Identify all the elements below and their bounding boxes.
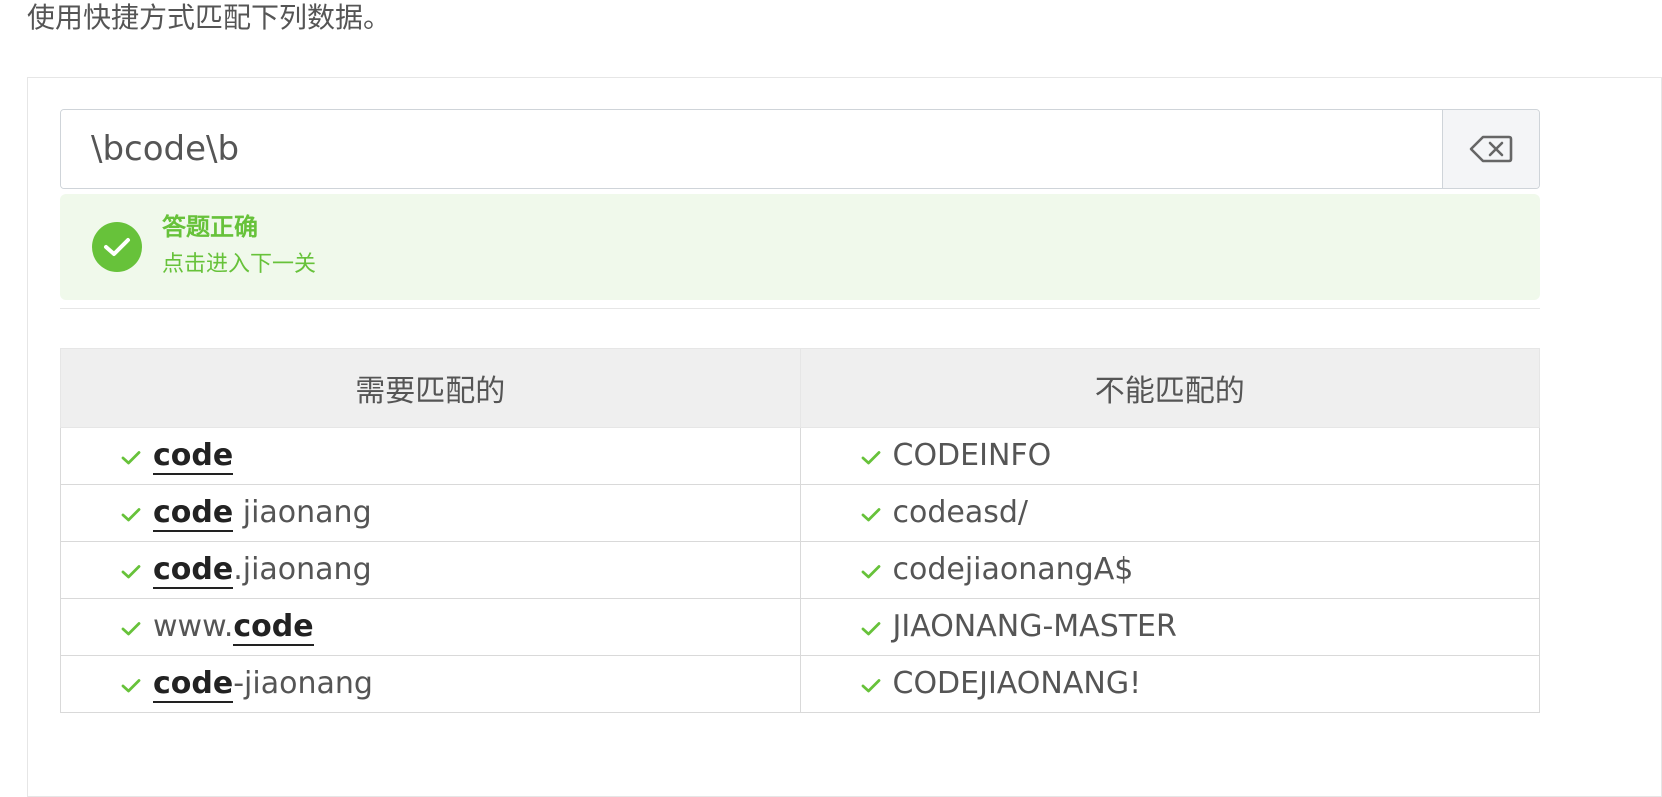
match-cell: code.jiaonang (60, 541, 801, 599)
divider (60, 308, 1540, 309)
unmatched-text: jiaonang (233, 495, 372, 530)
check-icon (861, 610, 881, 645)
table-row: www.code JIAONANG-MASTER (60, 598, 1540, 656)
regex-input-group (60, 109, 1540, 189)
next-level-link[interactable]: 点击进入下一关 (162, 250, 316, 280)
nomatch-cell: codeasd/ (799, 484, 1540, 542)
nomatch-cell: JIAONANG-MASTER (799, 598, 1540, 656)
exercise-panel: 答题正确 点击进入下一关 需要匹配的 不能匹配的 codeCODEINFOcod… (27, 77, 1662, 797)
column-header-should-match: 需要匹配的 (60, 348, 801, 428)
clear-button[interactable] (1442, 110, 1539, 188)
nomatch-text: JIAONANG-MASTER (892, 609, 1177, 644)
matched-text: code (153, 552, 234, 589)
check-icon (121, 439, 141, 474)
success-alert[interactable]: 答题正确 点击进入下一关 (60, 194, 1540, 300)
match-cell: code-jiaonang (60, 655, 801, 713)
matched-text: code (153, 438, 234, 475)
matched-text: code (153, 666, 234, 703)
matched-text: code (233, 609, 314, 646)
table-row: code.jiaonang codejiaonangA$ (60, 541, 1540, 599)
unmatched-text: -jiaonang (233, 666, 373, 701)
check-icon (861, 553, 881, 588)
check-icon (861, 667, 881, 702)
nomatch-text: codeasd/ (892, 495, 1029, 530)
table-row: code CODEINFO (60, 427, 1540, 485)
backspace-clear-icon (1469, 135, 1513, 163)
check-icon (121, 496, 141, 531)
check-icon (121, 610, 141, 645)
table-row: code jiaonang codeasd/ (60, 484, 1540, 542)
check-icon (121, 667, 141, 702)
nomatch-cell: codejiaonangA$ (799, 541, 1540, 599)
instruction-text: 使用快捷方式匹配下列数据。 (27, 1, 392, 34)
match-cell: code jiaonang (60, 484, 801, 542)
nomatch-text: codejiaonangA$ (892, 552, 1134, 587)
nomatch-cell: CODEINFO (799, 427, 1540, 485)
check-icon (861, 496, 881, 531)
matched-text: code (153, 495, 234, 532)
regex-input[interactable] (61, 110, 1442, 188)
nomatch-cell: CODEJIAONANG! (799, 655, 1540, 713)
table-row: code-jiaonang CODEJIAONANG! (60, 655, 1540, 713)
nomatch-text: CODEINFO (892, 438, 1052, 473)
match-cell: code (60, 427, 801, 485)
nomatch-text: CODEJIAONANG! (892, 666, 1142, 701)
check-icon (121, 553, 141, 588)
check-icon (861, 439, 881, 474)
check-circle-icon (92, 222, 142, 272)
unmatched-text: www. (153, 609, 234, 644)
column-header-should-not-match: 不能匹配的 (799, 348, 1540, 428)
match-cell: www.code (60, 598, 801, 656)
test-cases-table: 需要匹配的 不能匹配的 code CODEINFO code jiaonang cod… (60, 348, 1540, 713)
alert-title: 答题正确 (162, 213, 258, 241)
unmatched-text: .jiaonang (233, 552, 372, 587)
